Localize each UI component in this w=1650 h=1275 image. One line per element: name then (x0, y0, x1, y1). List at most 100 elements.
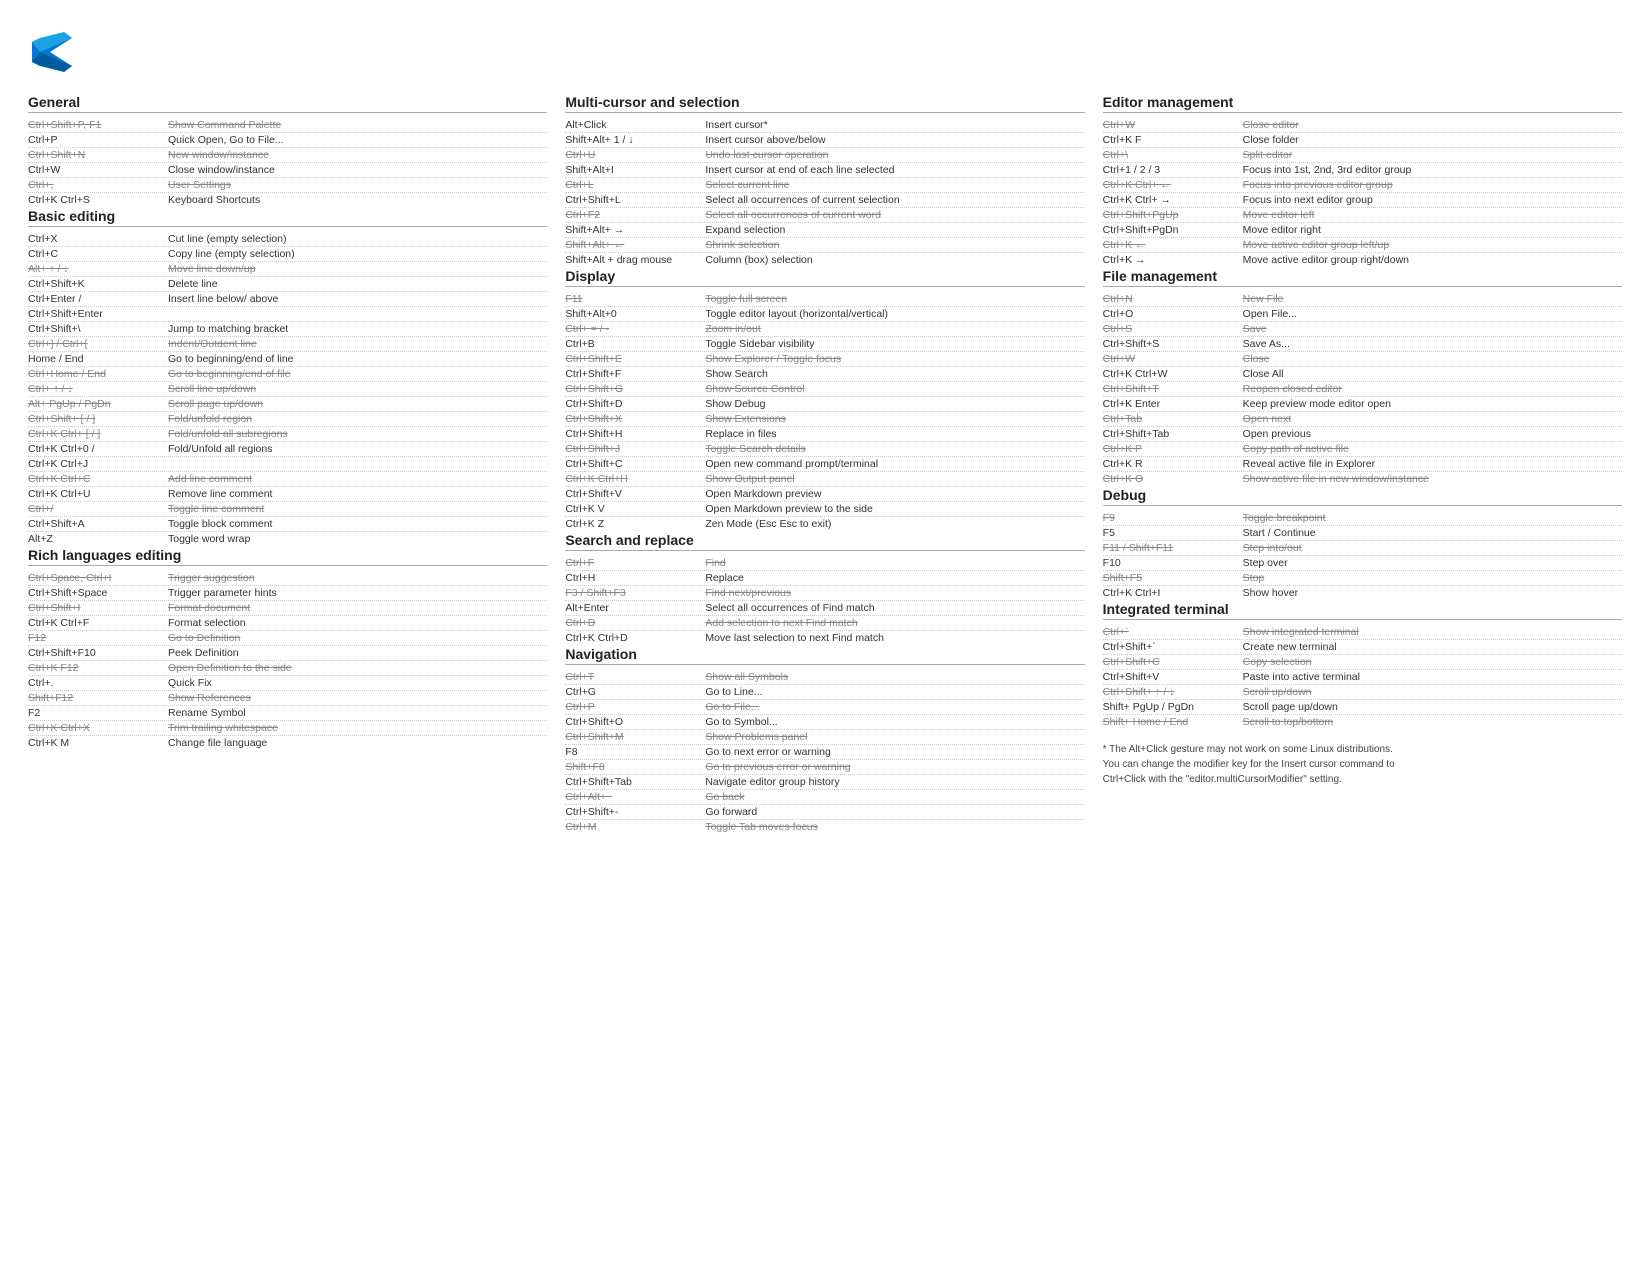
shortcut-row: F11 / Shift+F11Step into/out (1103, 541, 1622, 556)
shortcut-row: Home / EndGo to beginning/end of line (28, 352, 547, 367)
shortcut-key: Ctrl+Shift+K (28, 278, 168, 290)
shortcut-desc: Stop (1243, 572, 1622, 584)
shortcut-row: Ctrl+Shift+DShow Debug (565, 397, 1084, 412)
shortcut-desc: Remove line comment (168, 488, 547, 500)
section-display: DisplayF11Toggle full screenShift+Alt+0T… (565, 268, 1084, 532)
shortcut-row: Ctrl+OOpen File... (1103, 307, 1622, 322)
shortcut-row: Ctrl+Shift+GShow Source Control (565, 382, 1084, 397)
shortcut-desc: Move active editor group left/up (1243, 239, 1622, 251)
shortcut-key: Ctrl+X (28, 233, 168, 245)
shortcut-desc: Close window/instance (168, 164, 547, 176)
shortcut-desc: Show Debug (705, 398, 1084, 410)
shortcut-row: Shift+Alt + drag mouseColumn (box) selec… (565, 253, 1084, 268)
shortcut-key: Shift+F8 (565, 761, 705, 773)
shortcut-row: Ctrl+K Ctrl+FFormat selection (28, 616, 547, 631)
shortcut-desc: Show Output panel (705, 473, 1084, 485)
shortcut-desc: Quick Open, Go to File... (168, 134, 547, 146)
shortcut-key: Ctrl+Shift+ ↑ / ↓ (1103, 686, 1243, 698)
shortcut-key: Home / End (28, 353, 168, 365)
shortcut-desc: Scroll up/down (1243, 686, 1622, 698)
shortcut-key: Ctrl+, (28, 179, 168, 191)
shortcut-key: Ctrl+Shift+E (565, 353, 705, 365)
shortcut-desc: Show Search (705, 368, 1084, 380)
shortcut-row: Ctrl+WClose editor (1103, 118, 1622, 133)
shortcut-key: Shift+ PgUp / PgDn (1103, 701, 1243, 713)
shortcut-key: Alt+Z (28, 533, 168, 545)
shortcut-key: Ctrl+K F12 (28, 662, 168, 674)
shortcut-row: Ctrl+K Ctrl+SKeyboard Shortcuts (28, 193, 547, 208)
shortcut-key: Ctrl+K Ctrl+I (1103, 587, 1243, 599)
shortcut-key: Ctrl+\ (1103, 149, 1243, 161)
shortcut-desc: Open new command prompt/terminal (705, 458, 1084, 470)
section-title-search-replace: Search and replace (565, 532, 1084, 551)
section-title-multi-cursor: Multi-cursor and selection (565, 94, 1084, 113)
shortcut-desc: Zen Mode (Esc Esc to exit) (705, 518, 1084, 530)
section-title-rich-languages: Rich languages editing (28, 547, 547, 566)
shortcut-row: Ctrl+F2Select all occurrences of current… (565, 208, 1084, 223)
column-1: General Ctrl+Shift+P, F1Show Command Pale… (28, 94, 547, 835)
shortcut-desc: Move editor right (1243, 224, 1622, 236)
shortcut-desc: Show Command Palette (168, 119, 547, 131)
shortcut-key: Ctrl+K Ctrl+ → (1103, 194, 1243, 206)
shortcut-row: F12Go to Definition (28, 631, 547, 646)
shortcut-key: Shift+Alt+0 (565, 308, 705, 320)
shortcut-desc: Go to File... (705, 701, 1084, 713)
shortcut-row: Ctrl+GGo to Line... (565, 685, 1084, 700)
shortcut-key: Ctrl+Space, Ctrl+I (28, 572, 168, 584)
shortcut-desc: Copy line (empty selection) (168, 248, 547, 260)
shortcut-desc: Toggle Search details (705, 443, 1084, 455)
shortcut-desc: Open previous (1243, 428, 1622, 440)
shortcut-key: Ctrl+Shift+F10 (28, 647, 168, 659)
shortcut-desc: Cut line (empty selection) (168, 233, 547, 245)
shortcut-key: Ctrl+K Ctrl+C (28, 473, 168, 485)
shortcut-desc: Toggle block comment (168, 518, 547, 530)
shortcut-desc: Select all occurrences of Find match (705, 602, 1084, 614)
shortcut-desc: Replace (705, 572, 1084, 584)
section-general: General Ctrl+Shift+P, F1Show Command Pale… (28, 94, 547, 208)
shortcut-row: Ctrl+Shift+NNew window/instance (28, 148, 547, 163)
shortcut-row: Ctrl+TShow all Symbols (565, 670, 1084, 685)
shortcut-desc: Scroll to top/bottom (1243, 716, 1622, 728)
shortcut-desc: Copy path of active file (1243, 443, 1622, 455)
shortcut-desc: Navigate editor group history (705, 776, 1084, 788)
shortcut-key: Ctrl+Shift+T (1103, 383, 1243, 395)
shortcut-row: Ctrl+Shift+P, F1Show Command Palette (28, 118, 547, 133)
shortcut-desc: Save As... (1243, 338, 1622, 350)
shortcut-desc: Trigger suggestion (168, 572, 547, 584)
shortcut-row: Ctrl+1 / 2 / 3Focus into 1st, 2nd, 3rd e… (1103, 163, 1622, 178)
shortcut-key: Shift+Alt + drag mouse (565, 254, 705, 266)
shortcut-row: Shift+ PgUp / PgDnScroll page up/down (1103, 700, 1622, 715)
shortcut-desc: Peek Definition (168, 647, 547, 659)
shortcut-key: Ctrl+K P (1103, 443, 1243, 455)
shortcut-desc: Step into/out (1243, 542, 1622, 554)
shortcut-row: Ctrl+/Toggle line comment (28, 502, 547, 517)
shortcut-key: Ctrl+K V (565, 503, 705, 515)
shortcut-desc: Select all occurrences of current select… (705, 194, 1084, 206)
shortcut-desc: Close editor (1243, 119, 1622, 131)
shortcut-row: Ctrl+HReplace (565, 571, 1084, 586)
shortcut-key: F8 (565, 746, 705, 758)
shortcut-desc: Insert cursor above/below (705, 134, 1084, 146)
shortcut-row: Ctrl+Shift+COpen new command prompt/term… (565, 457, 1084, 472)
shortcut-key: F3 / Shift+F3 (565, 587, 705, 599)
shortcut-desc: Reveal active file in Explorer (1243, 458, 1622, 470)
shortcut-desc: Quick Fix (168, 677, 547, 689)
shortcut-row: Ctrl+K Ctrl+ [ / ]Fold/unfold all subreg… (28, 427, 547, 442)
shortcut-row: Ctrl+PGo to File... (565, 700, 1084, 715)
section-title-general: General (28, 94, 547, 113)
shortcut-key: Ctrl+F (565, 557, 705, 569)
shortcut-desc: Shrink selection (705, 239, 1084, 251)
shortcut-desc: Focus into next editor group (1243, 194, 1622, 206)
shortcut-key: Ctrl+N (1103, 293, 1243, 305)
shortcut-row: Ctrl+Shift+\Jump to matching bracket (28, 322, 547, 337)
shortcut-desc: Reopen closed editor (1243, 383, 1622, 395)
shortcut-desc: Jump to matching bracket (168, 323, 547, 335)
shortcut-row: Ctrl+Shift+OGo to Symbol... (565, 715, 1084, 730)
shortcut-key: Alt+ ↑ / ↓ (28, 263, 168, 275)
shortcut-key: Ctrl+K Ctrl+X (28, 722, 168, 734)
shortcut-desc: Fold/unfold all subregions (168, 428, 547, 440)
shortcut-key: Ctrl+K Z (565, 518, 705, 530)
shortcut-row: Ctrl+K VOpen Markdown preview to the sid… (565, 502, 1084, 517)
section-title-basic-editing: Basic editing (28, 208, 547, 227)
shortcut-desc: Select current line (705, 179, 1084, 191)
